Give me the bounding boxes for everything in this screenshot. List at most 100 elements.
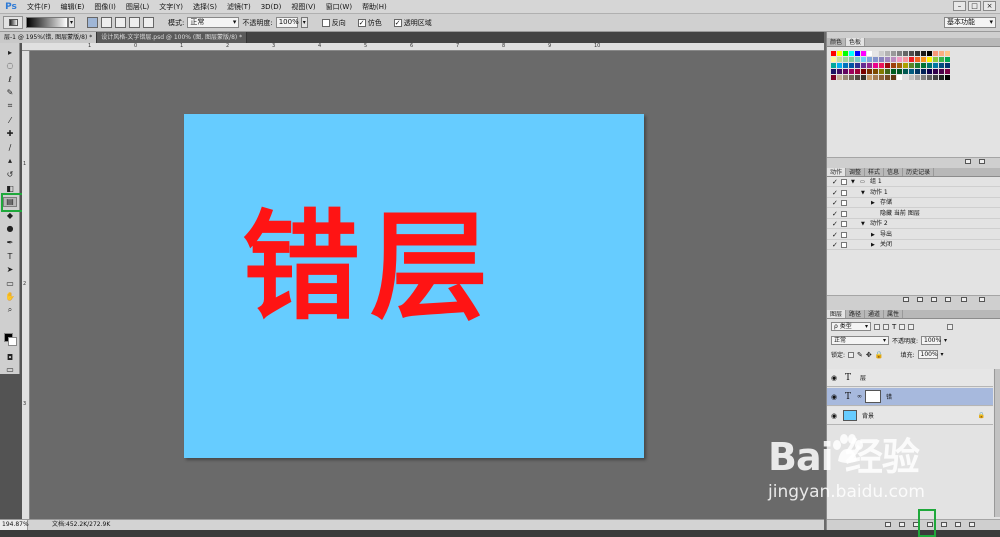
blend-mode-select[interactable]: 正常 ▾ bbox=[831, 336, 889, 345]
action-row[interactable]: ✓ ▼ 动作 2 bbox=[827, 219, 1000, 229]
swatch[interactable] bbox=[831, 63, 836, 68]
document-canvas[interactable]: 错层 bbox=[184, 114, 644, 458]
swatch[interactable] bbox=[861, 57, 866, 62]
expand-right-icon[interactable]: ▶ bbox=[871, 230, 875, 240]
layer-mask-thumbnail[interactable] bbox=[865, 390, 881, 403]
layer-name[interactable]: 错 bbox=[886, 392, 892, 401]
history-brush-tool-icon[interactable]: ↺ bbox=[3, 169, 17, 179]
tab-info[interactable]: 信息 bbox=[884, 168, 904, 176]
expand-down-icon[interactable]: ▼ bbox=[851, 177, 855, 187]
fx-icon[interactable] bbox=[899, 522, 905, 527]
swatch[interactable] bbox=[921, 63, 926, 68]
eyedropper-tool-icon[interactable]: ⁄ bbox=[3, 115, 17, 125]
swatch[interactable] bbox=[867, 57, 872, 62]
layer-filter-select[interactable]: ρ 类型 ▾ bbox=[831, 322, 871, 331]
tab-color[interactable]: 颜色 bbox=[827, 38, 847, 46]
dialog-toggle-box[interactable] bbox=[841, 200, 847, 206]
filter-toggle-icon[interactable] bbox=[947, 323, 954, 330]
swatch[interactable] bbox=[885, 69, 890, 74]
filter-shape-icon[interactable] bbox=[899, 323, 906, 330]
swatch[interactable] bbox=[855, 51, 860, 56]
swatch[interactable] bbox=[879, 51, 884, 56]
reflected-gradient-button[interactable] bbox=[129, 17, 140, 28]
eraser-tool-icon[interactable]: ◧ bbox=[3, 183, 17, 193]
swatch[interactable] bbox=[855, 63, 860, 68]
swatch[interactable] bbox=[861, 75, 866, 80]
crop-tool-icon[interactable]: ⌗ bbox=[3, 101, 17, 111]
swatch[interactable] bbox=[837, 63, 842, 68]
swatch[interactable] bbox=[897, 69, 902, 74]
swatch[interactable] bbox=[915, 51, 920, 56]
canvas-area[interactable]: 错层 bbox=[30, 51, 824, 519]
swatch[interactable] bbox=[873, 63, 878, 68]
swatch[interactable] bbox=[849, 75, 854, 80]
swatch[interactable] bbox=[867, 63, 872, 68]
expand-down-icon[interactable]: ▼ bbox=[861, 188, 865, 198]
check-icon[interactable]: ✓ bbox=[832, 230, 838, 240]
swatch[interactable] bbox=[897, 57, 902, 62]
swatch[interactable] bbox=[837, 51, 842, 56]
swatch[interactable] bbox=[891, 57, 896, 62]
action-row[interactable]: ✓ ▶ 存储 bbox=[827, 198, 1000, 208]
radial-gradient-button[interactable] bbox=[101, 17, 112, 28]
tab-swatches[interactable]: 色板 bbox=[846, 38, 866, 46]
tab-actions[interactable]: 动作 bbox=[827, 168, 847, 176]
swatch[interactable] bbox=[873, 57, 878, 62]
swatch[interactable] bbox=[945, 57, 950, 62]
dither-option[interactable]: ✓ 仿色 bbox=[357, 18, 382, 28]
action-row[interactable]: ✓ 隐藏 当前 图层 bbox=[827, 209, 1000, 219]
swatch[interactable] bbox=[939, 57, 944, 62]
path-select-tool-icon[interactable]: ➤ bbox=[3, 265, 17, 275]
dialog-toggle-box[interactable] bbox=[841, 231, 847, 238]
swatch[interactable] bbox=[945, 63, 950, 68]
swatch[interactable] bbox=[873, 51, 878, 56]
swatch[interactable] bbox=[897, 63, 902, 68]
play-icon[interactable] bbox=[931, 297, 937, 302]
action-row[interactable]: ✓ ▼ 动作 1 bbox=[827, 188, 1000, 198]
swatch[interactable] bbox=[927, 57, 932, 62]
layer-row[interactable]: ◉ T ∞ 错 bbox=[827, 388, 993, 406]
swatch[interactable] bbox=[897, 51, 902, 56]
swatch[interactable] bbox=[903, 63, 908, 68]
mode-select[interactable]: 正常 ▾ bbox=[187, 17, 240, 28]
tab-styles[interactable]: 样式 bbox=[865, 168, 885, 176]
swatch[interactable] bbox=[843, 63, 848, 68]
document-tab-active[interactable]: 层-1 @ 195%(错, 图层蒙版/8) * bbox=[0, 32, 98, 43]
layer-row[interactable]: ◉ 背景 🔒 bbox=[827, 407, 993, 425]
action-row[interactable]: ✓ ▼ ▭ 组 1 bbox=[827, 177, 1000, 187]
swatch[interactable] bbox=[915, 69, 920, 74]
tool-preset-picker[interactable] bbox=[3, 16, 23, 29]
menu-item[interactable]: 选择(S) bbox=[188, 0, 222, 14]
record-icon[interactable] bbox=[917, 297, 923, 302]
type-tool-icon[interactable]: T bbox=[3, 251, 17, 261]
new-action-icon[interactable] bbox=[961, 297, 967, 302]
eye-icon[interactable]: ◉ bbox=[827, 412, 841, 420]
swatch[interactable] bbox=[837, 69, 842, 74]
marquee-tool-icon[interactable]: ◌ bbox=[3, 61, 17, 71]
layer-name[interactable]: 背景 bbox=[862, 411, 874, 420]
swatch[interactable] bbox=[843, 57, 848, 62]
check-icon[interactable]: ✓ bbox=[832, 240, 838, 250]
swatch[interactable] bbox=[837, 75, 842, 80]
swatch[interactable] bbox=[939, 51, 944, 56]
stop-icon[interactable] bbox=[903, 297, 909, 302]
swatch[interactable] bbox=[945, 51, 950, 56]
dialog-toggle-box[interactable] bbox=[841, 221, 847, 227]
eye-icon[interactable]: ◉ bbox=[827, 374, 841, 382]
filter-pixel-icon[interactable] bbox=[874, 323, 880, 330]
menu-item[interactable]: 帮助(H) bbox=[357, 0, 392, 14]
swatch[interactable] bbox=[843, 69, 848, 74]
new-swatch-icon[interactable] bbox=[965, 159, 971, 164]
zoom-tool-icon[interactable]: ⌕ bbox=[3, 305, 17, 315]
document-info[interactable]: 文档:452.2K/272.9K bbox=[28, 520, 110, 530]
swatch[interactable] bbox=[933, 57, 938, 62]
filter-adjustment-icon[interactable] bbox=[883, 323, 889, 330]
check-icon[interactable]: ✓ bbox=[832, 209, 838, 219]
menu-item[interactable]: 文字(Y) bbox=[154, 0, 188, 14]
clone-stamp-tool-icon[interactable]: ▴ bbox=[3, 156, 17, 166]
layer-opacity-input[interactable]: 100% bbox=[921, 336, 941, 345]
screen-mode-icon[interactable]: ▭ bbox=[3, 364, 17, 374]
action-row[interactable]: ✓ ▶ 导出 bbox=[827, 230, 1000, 240]
swatch[interactable] bbox=[867, 69, 872, 74]
lock-transparent-icon[interactable] bbox=[848, 351, 855, 358]
